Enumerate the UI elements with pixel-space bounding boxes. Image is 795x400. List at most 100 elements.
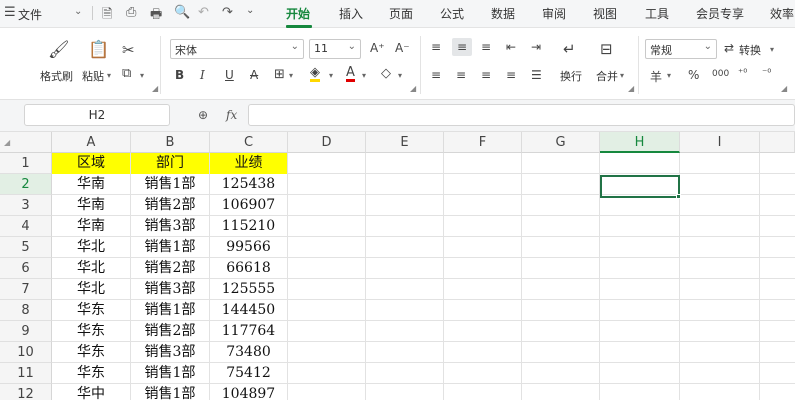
border-icon[interactable]: ⊞ xyxy=(274,67,285,82)
file-menu[interactable]: 文件 xyxy=(18,6,42,23)
column-header-i[interactable]: I xyxy=(680,132,760,153)
row-header-9[interactable]: 9 xyxy=(0,321,52,342)
font-shrink-icon[interactable]: A⁻ xyxy=(395,41,410,55)
tab-data[interactable]: 数据 xyxy=(491,5,515,22)
tab-home[interactable]: 开始 xyxy=(286,5,310,22)
chevron-down-icon[interactable]: ▾ xyxy=(107,71,111,80)
row-header-1[interactable]: 1 xyxy=(0,153,52,174)
data-cell[interactable]: 华东 xyxy=(52,363,130,384)
data-cell[interactable]: 销售3部 xyxy=(131,279,209,300)
tab-insert[interactable]: 插入 xyxy=(339,5,363,22)
data-cell[interactable]: 销售1部 xyxy=(131,174,209,195)
chevron-down-icon[interactable]: ▾ xyxy=(667,71,671,80)
font-size-select[interactable]: 11 ⌄ xyxy=(309,39,361,59)
format-painter-icon[interactable]: 🖌 xyxy=(48,40,70,60)
chevron-down-icon[interactable]: ⌄ xyxy=(246,5,254,16)
data-cell[interactable]: 华南 xyxy=(52,195,130,216)
row-header-4[interactable]: 4 xyxy=(0,216,52,237)
redo-icon[interactable]: ↷ xyxy=(222,5,233,20)
data-cell[interactable]: 66618 xyxy=(210,258,287,279)
fill-color-icon[interactable]: ◈ xyxy=(310,66,320,82)
data-cell[interactable]: 销售1部 xyxy=(131,300,209,321)
currency-icon[interactable]: 羊 xyxy=(650,68,662,85)
group-launcher-icon[interactable]: ◢ xyxy=(410,84,416,93)
chevron-down-icon[interactable]: ▾ xyxy=(362,71,366,80)
select-all-corner[interactable]: ◢ xyxy=(0,132,52,153)
row-header-7[interactable]: 7 xyxy=(0,279,52,300)
data-cell[interactable]: 销售1部 xyxy=(131,384,209,400)
font-grow-icon[interactable]: A⁺ xyxy=(370,41,385,55)
column-header-a[interactable]: A xyxy=(52,132,131,153)
row-header-2[interactable]: 2 xyxy=(0,174,52,195)
tab-formula[interactable]: 公式 xyxy=(440,5,464,22)
strikethrough-icon[interactable]: A xyxy=(250,68,258,82)
row-header-10[interactable]: 10 xyxy=(0,342,52,363)
data-cell[interactable]: 99566 xyxy=(210,237,287,258)
copy-icon[interactable]: ⧉ xyxy=(122,66,131,81)
column-header-d[interactable]: D xyxy=(288,132,366,153)
column-header-b[interactable]: B xyxy=(131,132,210,153)
cut-icon[interactable]: ✂ xyxy=(122,41,135,59)
row-header-6[interactable]: 6 xyxy=(0,258,52,279)
wrap-text-label[interactable]: 换行 xyxy=(560,68,582,84)
tab-view[interactable]: 视图 xyxy=(593,5,617,22)
data-cell[interactable]: 华北 xyxy=(52,237,130,258)
chevron-down-icon[interactable]: ▾ xyxy=(289,71,293,80)
format-painter-label[interactable]: 格式刷 xyxy=(40,68,73,84)
data-cell[interactable]: 144450 xyxy=(210,300,287,321)
column-header-c[interactable]: C xyxy=(210,132,288,153)
chevron-down-icon[interactable]: ▾ xyxy=(140,71,144,80)
data-cell[interactable]: 125555 xyxy=(210,279,287,300)
distribute-icon[interactable]: ☰ xyxy=(531,68,542,82)
align-right-icon[interactable]: ≡ xyxy=(481,68,491,82)
wrap-text-icon[interactable]: ↵ xyxy=(563,40,576,58)
row-header-8[interactable]: 8 xyxy=(0,300,52,321)
row-header-11[interactable]: 11 xyxy=(0,363,52,384)
hamburger-icon[interactable]: ☰ xyxy=(4,5,16,20)
underline-icon[interactable]: U xyxy=(225,68,234,82)
data-cell[interactable]: 销售2部 xyxy=(131,321,209,342)
data-cell[interactable]: 华北 xyxy=(52,279,130,300)
selected-cell-h2[interactable] xyxy=(600,175,680,198)
column-header-h[interactable]: H xyxy=(600,132,680,153)
export-pdf-icon[interactable]: ⎙ xyxy=(126,5,136,20)
number-format-select[interactable]: 常规 ⌄ xyxy=(645,39,717,59)
justify-icon[interactable]: ≡ xyxy=(506,68,516,82)
name-box[interactable]: H2 xyxy=(24,104,170,126)
font-name-select[interactable]: 宋体 ⌄ xyxy=(170,39,304,59)
column-header-e[interactable]: E xyxy=(366,132,444,153)
data-cell[interactable]: 华东 xyxy=(52,321,130,342)
column-header-f[interactable]: F xyxy=(444,132,522,153)
data-cell[interactable]: 75412 xyxy=(210,363,287,384)
data-cell[interactable]: 104897 xyxy=(210,384,287,400)
data-cell[interactable]: 销售3部 xyxy=(131,216,209,237)
data-cell[interactable]: 华北 xyxy=(52,258,130,279)
row-header-3[interactable]: 3 xyxy=(0,195,52,216)
data-cell[interactable]: 销售3部 xyxy=(131,342,209,363)
data-cell[interactable]: 华东 xyxy=(52,300,130,321)
percent-icon[interactable]: % xyxy=(688,68,699,82)
group-launcher-icon[interactable]: ◢ xyxy=(781,84,787,93)
spreadsheet-grid[interactable]: ◢ A B C D E F G H I 1 区域 部门 业绩 2 华南 销售1部 125438 3 华南 销售2部 10… xyxy=(0,132,795,400)
row-header-5[interactable]: 5 xyxy=(0,237,52,258)
fx-icon[interactable]: fx xyxy=(226,108,237,122)
row-header-12[interactable]: 12 xyxy=(0,384,52,400)
data-cell[interactable]: 华中 xyxy=(52,384,130,400)
chevron-down-icon[interactable]: ▾ xyxy=(329,71,333,80)
fill-handle[interactable] xyxy=(676,194,681,199)
chevron-down-icon[interactable]: ▾ xyxy=(770,45,774,54)
increase-decimal-icon[interactable]: ⁺⁰ xyxy=(738,68,747,79)
data-cell[interactable]: 华东 xyxy=(52,342,130,363)
tab-page[interactable]: 页面 xyxy=(389,5,413,22)
decrease-decimal-icon[interactable]: ⁻⁰ xyxy=(762,68,771,79)
clear-format-icon[interactable]: ◇ xyxy=(381,66,391,81)
zoom-icon[interactable]: ⊕ xyxy=(198,108,208,122)
italic-icon[interactable]: I xyxy=(200,68,205,82)
data-cell[interactable]: 115210 xyxy=(210,216,287,237)
data-cell[interactable]: 106907 xyxy=(210,195,287,216)
align-middle-icon[interactable]: ≡ xyxy=(452,38,472,56)
save-icon[interactable]: 🗎 xyxy=(102,5,112,27)
tab-member[interactable]: 会员专享 xyxy=(696,5,744,22)
align-top-icon[interactable]: ≡ xyxy=(431,40,441,54)
print-preview-icon[interactable]: 🔍 xyxy=(174,5,190,20)
